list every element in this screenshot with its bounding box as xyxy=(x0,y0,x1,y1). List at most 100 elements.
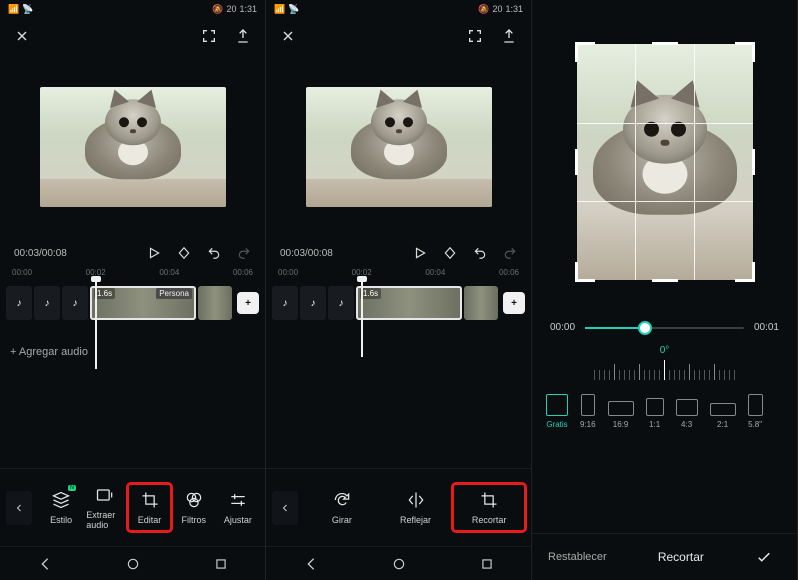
tool-ajustar[interactable]: Ajustar xyxy=(217,484,259,531)
crop-handle-bottom[interactable] xyxy=(652,279,678,282)
top-bar xyxy=(0,18,265,54)
clip-next[interactable] xyxy=(198,286,232,320)
clip-tiktok[interactable]: ♪ xyxy=(272,286,298,320)
ratio-16-9[interactable]: 16:9 xyxy=(608,401,634,429)
ratio-1-1[interactable]: 1:1 xyxy=(646,398,664,429)
crop-handle-top[interactable] xyxy=(652,42,678,45)
battery-level: 20 xyxy=(226,4,236,14)
tool-filtros[interactable]: Filtros xyxy=(173,484,215,531)
video-preview[interactable] xyxy=(266,54,531,240)
nav-back-icon[interactable] xyxy=(37,556,53,572)
play-icon[interactable] xyxy=(147,246,161,260)
clip-selected[interactable]: 1.6s xyxy=(356,286,462,320)
playhead[interactable] xyxy=(95,279,97,369)
export-icon[interactable] xyxy=(501,28,517,44)
top-bar xyxy=(266,18,531,54)
panel-title: Recortar xyxy=(607,550,755,564)
ratio-5-8[interactable]: 5.8" xyxy=(748,394,763,429)
back-button[interactable] xyxy=(272,491,298,525)
fullscreen-icon[interactable] xyxy=(201,28,217,44)
undo-icon[interactable] xyxy=(207,246,221,260)
reset-button[interactable]: Restablecer xyxy=(548,551,607,563)
clip-next[interactable] xyxy=(464,286,498,320)
tool-recortar[interactable]: Recortar xyxy=(453,484,525,531)
timeline[interactable]: ♪ ♪ ♪ 1.6s + xyxy=(266,283,531,339)
time-slider-row: 00:00 00:01 xyxy=(532,312,797,343)
video-preview[interactable] xyxy=(0,54,265,240)
timeline[interactable]: ♪ ♪ ♪ 1.6s Persona + xyxy=(0,283,265,339)
playhead[interactable] xyxy=(361,279,363,357)
ratio-9-16[interactable]: 9:16 xyxy=(580,394,596,429)
clip-tiktok[interactable]: ♪ xyxy=(34,286,60,320)
bottom-toolbar: Girar Reflejar Recortar xyxy=(266,468,531,546)
tool-extraer-audio[interactable]: Extraer audio xyxy=(84,479,126,536)
clip-tiktok[interactable]: ♪ xyxy=(300,286,326,320)
tool-estilo[interactable]: NEstilo xyxy=(40,484,82,531)
clock: 1:31 xyxy=(505,4,523,14)
timecode: 00:03/00:08 xyxy=(14,248,67,259)
screen-crop: 00:00 00:01 0° Gratis 9:16 16:9 1:1 4:3 … xyxy=(532,0,798,580)
crop-preview[interactable] xyxy=(532,12,797,312)
clip-selected[interactable]: 1.6s Persona xyxy=(90,286,196,320)
slider-end: 00:01 xyxy=(754,322,779,333)
screen-edit-submenu: 📶📡 🔕201:31 00:03/00:08 00:0000:0200:0400… xyxy=(266,0,532,580)
battery-level: 20 xyxy=(492,4,502,14)
keyframe-icon[interactable] xyxy=(177,246,191,260)
add-clip-button[interactable]: + xyxy=(503,292,525,314)
nav-back-icon[interactable] xyxy=(303,556,319,572)
crop-handle-left[interactable] xyxy=(575,149,578,175)
screen-edit-menu: 📶📡 🔕201:31 00:03/00:08 00:0000:0200:0400… xyxy=(0,0,266,580)
add-clip-button[interactable]: + xyxy=(237,292,259,314)
clip-tiktok[interactable]: ♪ xyxy=(6,286,32,320)
play-icon[interactable] xyxy=(413,246,427,260)
timecode: 00:03/00:08 xyxy=(280,248,333,259)
tool-girar[interactable]: Girar xyxy=(306,484,378,531)
back-button[interactable] xyxy=(6,491,32,525)
ratio-2-1[interactable]: 2:1 xyxy=(710,403,736,429)
tool-editar[interactable]: Editar xyxy=(128,484,170,531)
timeline-ruler: 00:0000:0200:0400:06 xyxy=(0,266,265,279)
bottom-toolbar: NEstilo Extraer audio Editar Filtros Aju… xyxy=(0,468,265,546)
playback-row: 00:03/00:08 xyxy=(0,240,265,266)
crop-bottom-bar: Restablecer Recortar xyxy=(532,533,797,580)
add-audio-button[interactable]: + Agregar audio xyxy=(0,339,265,365)
android-nav-bar xyxy=(0,546,265,580)
crop-handle-bl[interactable] xyxy=(575,262,595,282)
nav-home-icon[interactable] xyxy=(126,557,140,571)
keyframe-icon[interactable] xyxy=(443,246,457,260)
ratio-free[interactable]: Gratis xyxy=(546,394,568,429)
playback-row: 00:03/00:08 xyxy=(266,240,531,266)
confirm-icon[interactable] xyxy=(755,548,781,566)
rotation-angle: 0° xyxy=(532,343,797,356)
ratio-4-3[interactable]: 4:3 xyxy=(676,399,698,429)
aspect-ratio-row: Gratis 9:16 16:9 1:1 4:3 2:1 5.8" xyxy=(532,384,797,439)
clip-duration-label: 1.6s xyxy=(94,288,115,299)
status-bar: 📶📡 🔕201:31 xyxy=(266,0,531,18)
nav-recent-icon[interactable] xyxy=(214,557,228,571)
undo-icon[interactable] xyxy=(473,246,487,260)
time-slider[interactable] xyxy=(585,327,744,329)
clock: 1:31 xyxy=(239,4,257,14)
fullscreen-icon[interactable] xyxy=(467,28,483,44)
nav-recent-icon[interactable] xyxy=(480,557,494,571)
clip-duration-label: 1.6s xyxy=(360,288,381,299)
slider-thumb[interactable] xyxy=(638,321,652,335)
crop-handle-right[interactable] xyxy=(752,149,755,175)
close-icon[interactable] xyxy=(14,28,30,44)
nav-home-icon[interactable] xyxy=(392,557,406,571)
crop-handle-tl[interactable] xyxy=(575,42,595,62)
crop-handle-tr[interactable] xyxy=(735,42,755,62)
clip-persona-badge: Persona xyxy=(156,288,192,299)
clip-tiktok[interactable]: ♪ xyxy=(328,286,354,320)
redo-icon[interactable] xyxy=(503,246,517,260)
timeline-ruler: 00:0000:0200:0400:06 xyxy=(266,266,531,279)
close-icon[interactable] xyxy=(280,28,296,44)
redo-icon[interactable] xyxy=(237,246,251,260)
android-nav-bar xyxy=(266,546,531,580)
clip-tiktok[interactable]: ♪ xyxy=(62,286,88,320)
rotation-dial[interactable] xyxy=(532,356,797,384)
tool-reflejar[interactable]: Reflejar xyxy=(380,484,452,531)
export-icon[interactable] xyxy=(235,28,251,44)
status-bar: 📶📡 🔕201:31 xyxy=(0,0,265,18)
crop-handle-br[interactable] xyxy=(735,262,755,282)
